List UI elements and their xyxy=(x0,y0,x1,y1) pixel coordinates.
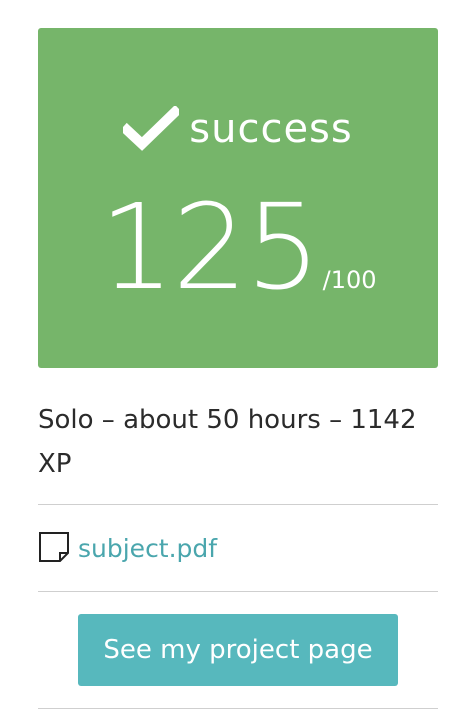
project-summary: success 125/100 Solo – about 50 hours – … xyxy=(38,28,438,709)
status-row: success xyxy=(38,104,438,152)
action-row: See my project page xyxy=(38,592,438,709)
check-icon xyxy=(120,104,183,152)
score: 125/100 xyxy=(38,188,438,306)
score-max: /100 xyxy=(322,266,377,294)
file-icon xyxy=(38,531,72,565)
project-details: Solo – about 50 hours – 1142 XP xyxy=(38,398,438,505)
subject-pdf-link[interactable]: subject.pdf xyxy=(78,534,217,563)
status-label: success xyxy=(189,106,353,152)
project-page-button[interactable]: See my project page xyxy=(78,614,398,686)
status-card: success 125/100 xyxy=(38,28,438,368)
score-value: 125 xyxy=(99,178,320,316)
attachment-row: subject.pdf xyxy=(38,505,438,592)
